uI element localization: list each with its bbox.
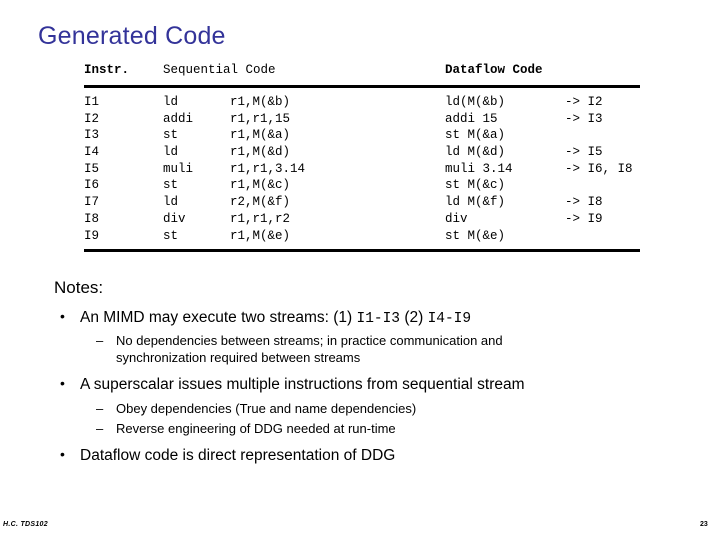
table-row: I4 ld r1,M(&d) ld M(&d) -> I5 (84, 144, 644, 161)
table-row: I5 muli r1,r1,3.14 muli 3.14 -> I6, I8 (84, 161, 644, 178)
cell-operands: r1,M(&e) (230, 228, 291, 243)
cell-dataflow-arrow (565, 127, 645, 144)
table-row: I8 div r1,r1,r2 div -> I9 (84, 211, 644, 228)
cell-instr: I2 (84, 111, 100, 126)
cell-instr: I1 (84, 95, 100, 109)
table-row: I6 st r1,M(&c) st M(&c) (84, 177, 644, 194)
cell-dataflow-arrow: -> I9 (565, 211, 603, 226)
cell-opcode: st (163, 178, 179, 193)
cell-dataflow-arrow: -> I3 (565, 111, 603, 126)
cell-dataflow: ld(M(&b) (445, 95, 506, 109)
cell-operands: r1,r1,r2 (230, 211, 291, 226)
table-row: I2 addi r1,r1,15 addi 15 -> I3 (84, 111, 644, 128)
table-body: I1 ld r1,M(&b) ld(M(&b) -> I2 I2 addi r1… (84, 94, 644, 244)
cell-dataflow: ld M(&d) (445, 145, 506, 160)
cell-instr: I3 (84, 128, 100, 143)
cell-dataflow: addi 15 (445, 111, 498, 126)
generated-code-table: Instr. Sequential Code Dataflow Code I1 … (84, 62, 644, 253)
cell-opcode: st (163, 228, 179, 243)
table-top-divider (84, 85, 640, 88)
cell-operands: r1,M(&b) (230, 95, 291, 109)
cell-dataflow-arrow: -> I2 (565, 95, 603, 109)
cell-dataflow-arrow: -> I6, I8 (565, 161, 633, 176)
notes-bullet-list: An MIMD may execute two streams: (1) I1-… (54, 307, 674, 468)
subbullet-no-dependencies-cont: synchronization required between streams (54, 350, 674, 366)
cell-instr: I4 (84, 145, 100, 160)
table-row: I7 ld r2,M(&f) ld M(&f) -> I8 (84, 194, 644, 211)
cell-opcode: muli (163, 161, 194, 176)
cell-opcode: ld (163, 195, 179, 210)
table-row: I9 st r1,M(&e) st M(&e) (84, 228, 644, 245)
column-header-dataflow: Dataflow Code (445, 63, 543, 77)
footer-course-label: H.C. TDS102 (3, 521, 48, 528)
cell-operands: r1,r1,3.14 (230, 161, 306, 176)
bullet-mimd-separator: (2) (400, 309, 428, 326)
bullet-mimd-text: An MIMD may execute two streams: (1) (80, 309, 357, 326)
cell-dataflow: st M(&a) (445, 128, 506, 143)
cell-instr: I5 (84, 161, 100, 176)
cell-operands: r1,M(&a) (230, 128, 291, 143)
cell-dataflow: div (445, 211, 468, 226)
cell-dataflow: st M(&e) (445, 228, 506, 243)
cell-instr: I6 (84, 178, 100, 193)
cell-dataflow-arrow (565, 177, 645, 194)
table-header-row: Instr. Sequential Code Dataflow Code (84, 62, 644, 79)
column-header-instr: Instr. (84, 63, 130, 77)
cell-instr: I7 (84, 195, 100, 210)
column-header-sequential: Sequential Code (163, 63, 276, 77)
footer-page-number: 23 (700, 521, 708, 528)
cell-operands: r1,M(&c) (230, 178, 291, 193)
table-bottom-divider (84, 249, 640, 253)
cell-opcode: ld (163, 145, 179, 160)
cell-dataflow-arrow (565, 228, 645, 245)
cell-dataflow-arrow: -> I8 (565, 195, 603, 210)
bullet-mimd-range-2: I4-I9 (427, 311, 472, 327)
cell-dataflow: ld M(&f) (445, 195, 506, 210)
bullet-dataflow-ddg: Dataflow code is direct representation o… (54, 445, 674, 465)
bullet-mimd-streams: An MIMD may execute two streams: (1) I1-… (54, 307, 674, 329)
notes-heading: Notes: (54, 278, 104, 297)
cell-dataflow: st M(&c) (445, 178, 506, 193)
subbullet-no-dependencies-line1: No dependencies between streams; in prac… (116, 333, 503, 348)
cell-opcode: addi (163, 111, 194, 126)
table-row: I3 st r1,M(&a) st M(&a) (84, 127, 644, 144)
subbullet-no-dependencies: No dependencies between streams; in prac… (54, 333, 674, 349)
page-title: Generated Code (38, 22, 226, 50)
cell-instr: I8 (84, 211, 100, 226)
cell-opcode: ld (163, 95, 179, 109)
subbullet-reverse-engineering: Reverse engineering of DDG needed at run… (54, 421, 674, 437)
subbullet-obey-dependencies: Obey dependencies (True and name depende… (54, 401, 674, 417)
subbullet-no-dependencies-line2: synchronization required between streams (116, 350, 361, 365)
cell-operands: r1,M(&d) (230, 145, 291, 160)
cell-dataflow-arrow: -> I5 (565, 145, 603, 160)
cell-opcode: div (163, 211, 186, 226)
cell-operands: r1,r1,15 (230, 111, 291, 126)
bullet-superscalar: A superscalar issues multiple instructio… (54, 374, 580, 394)
table-row: I1 ld r1,M(&b) ld(M(&b) -> I2 (84, 94, 644, 111)
cell-operands: r2,M(&f) (230, 195, 291, 210)
cell-instr: I9 (84, 228, 100, 243)
cell-dataflow: muli 3.14 (445, 161, 513, 176)
bullet-mimd-range-1: I1-I3 (356, 311, 401, 327)
cell-opcode: st (163, 128, 179, 143)
